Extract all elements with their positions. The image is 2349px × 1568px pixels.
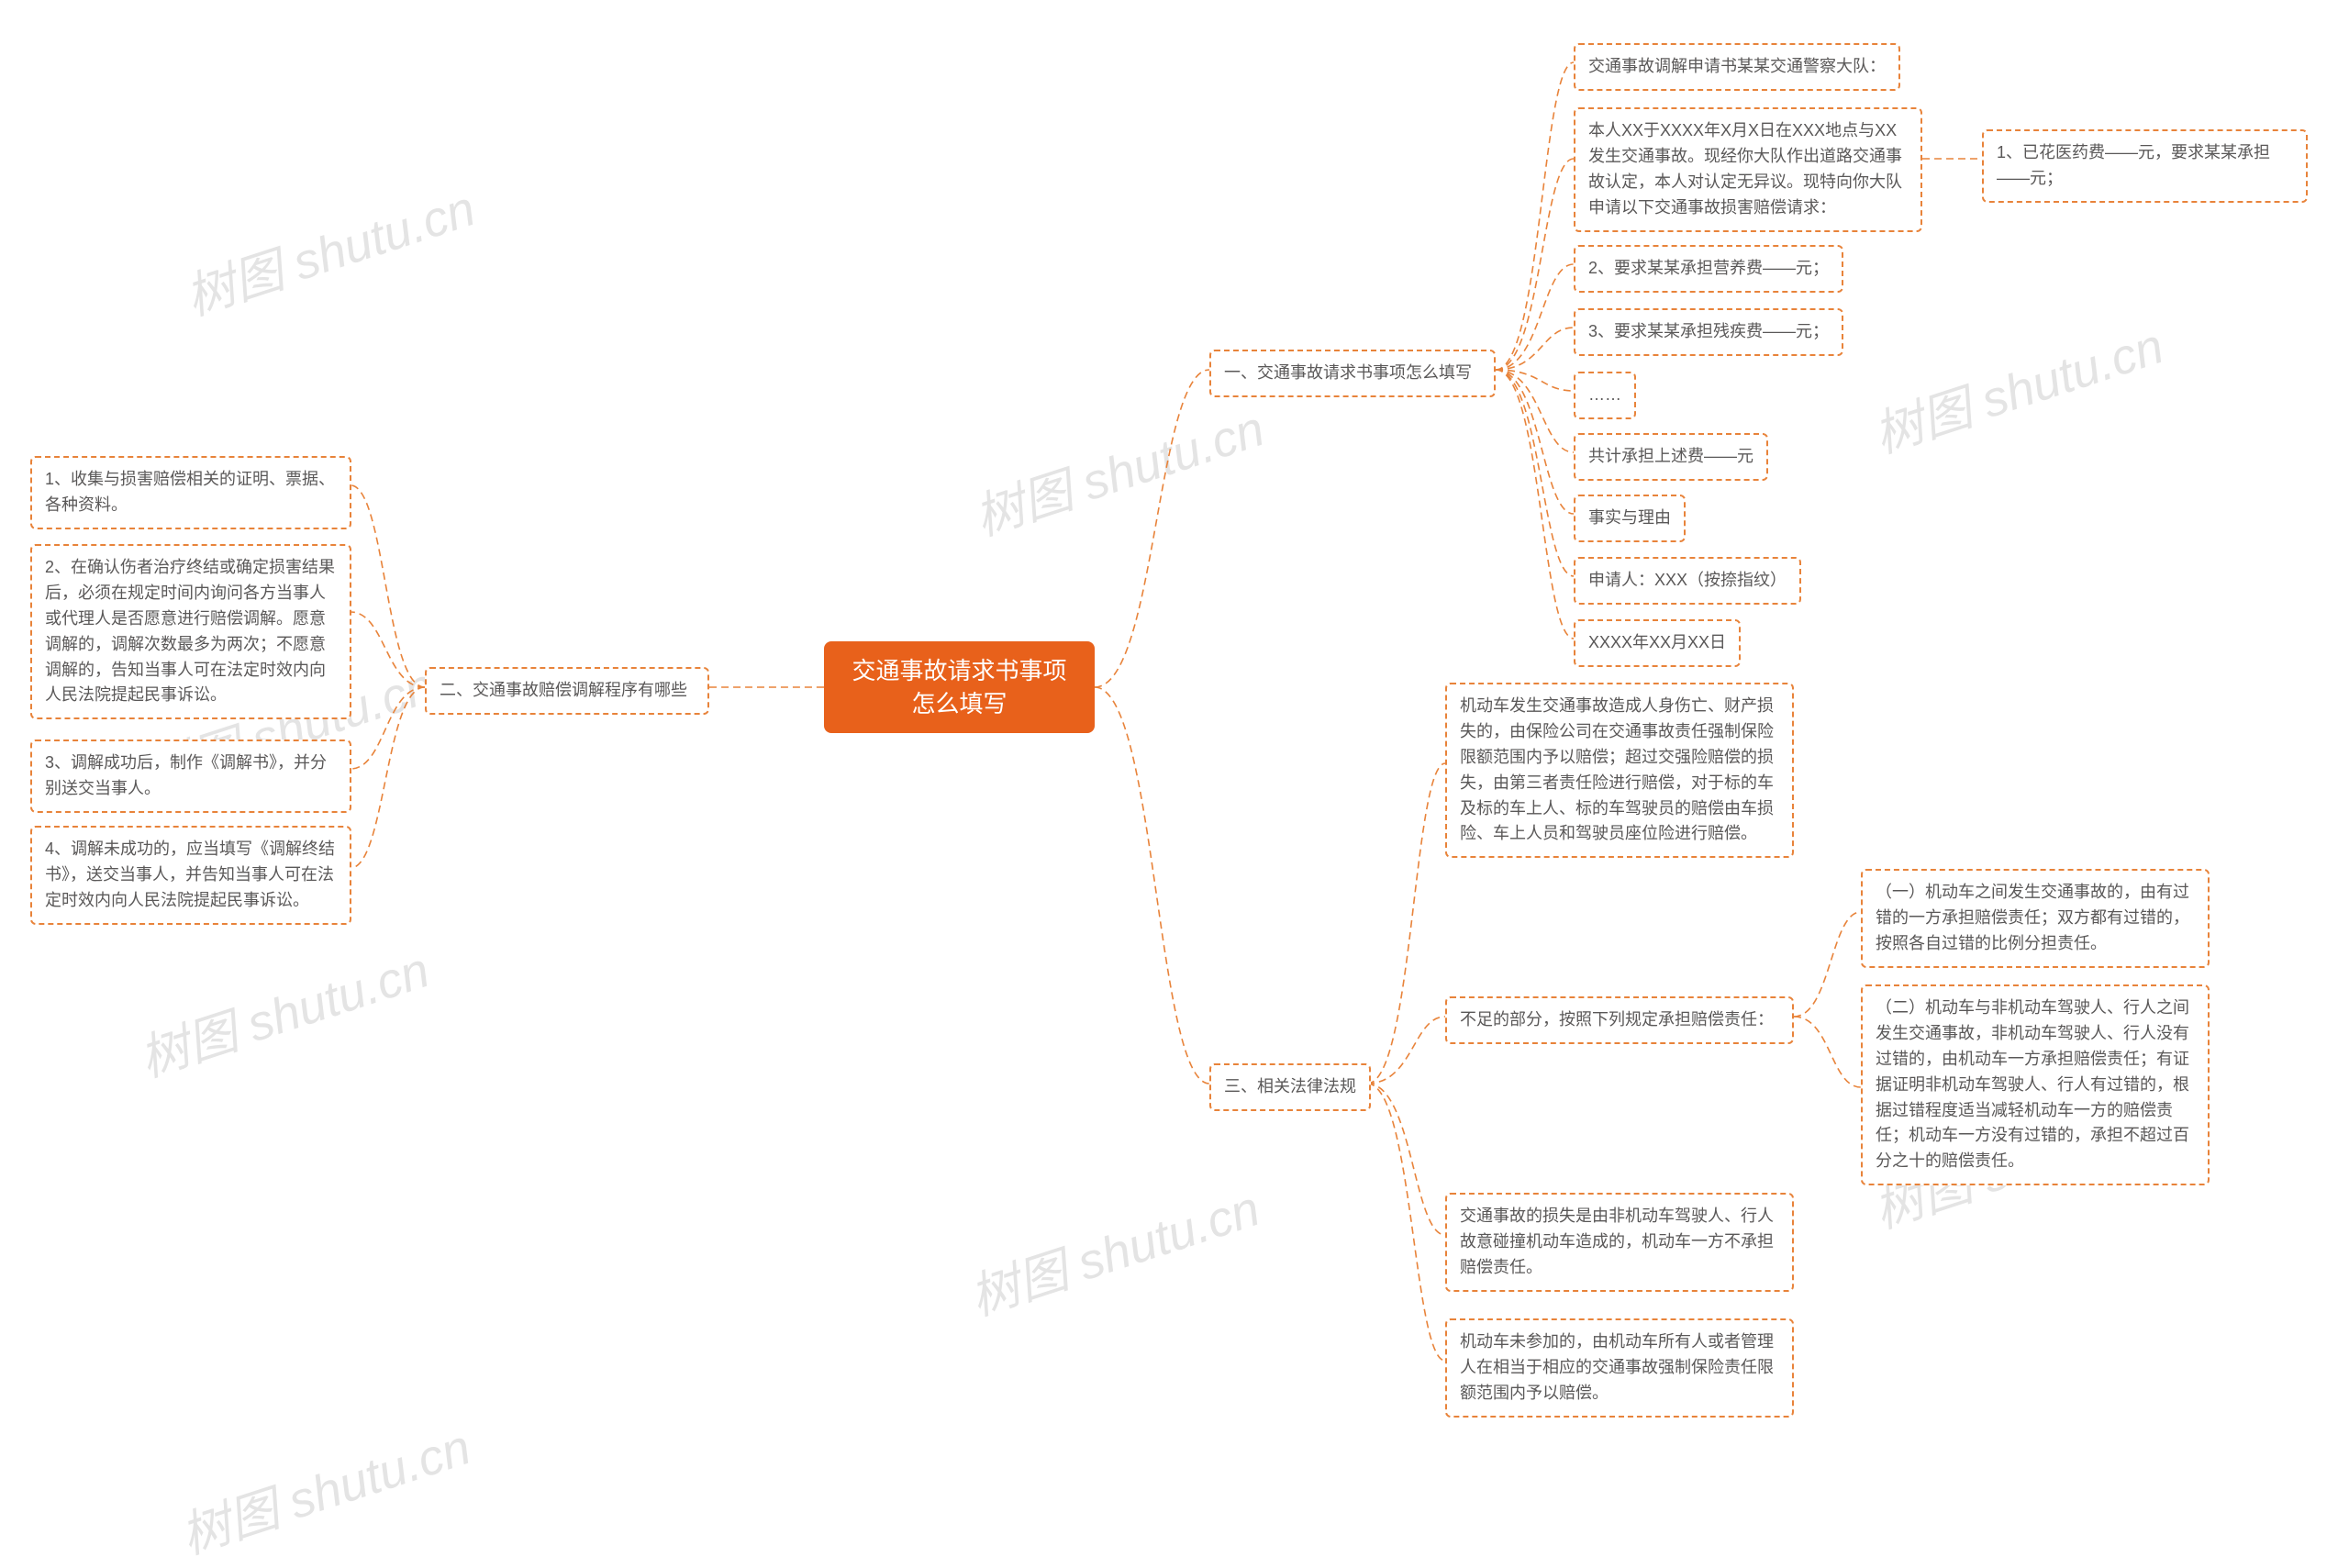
branch-1-item-8-text: 申请人：XXX（按捺指纹） — [1588, 571, 1787, 589]
branch-3-item-1-text: 机动车发生交通事故造成人身伤亡、财产损失的，由保险公司在交通事故责任强制保险限额… — [1460, 696, 1774, 842]
branch-1-item-4: 3、要求某某承担残疾费——元； — [1574, 308, 1843, 356]
branch-3-item-2: 交通事故的损失是由非机动车驾驶人、行人故意碰撞机动车造成的，机动车一方不承担赔偿… — [1445, 1193, 1794, 1292]
branch-1-item-2-side: 1、已花医药费——元，要求某某承担——元； — [1982, 129, 2308, 203]
branch-2-item-2: 2、在确认伤者治疗终结或确定损害结果后，必须在规定时间内询问各方当事人或代理人是… — [30, 544, 351, 719]
branch-3-title: 三、相关法律法规 — [1224, 1077, 1356, 1095]
branch-1-title: 一、交通事故请求书事项怎么填写 — [1224, 363, 1472, 382]
branch-3-sub-item-2-text: （二）机动车与非机动车驾驶人、行人之间发生交通事故，非机动车驾驶人、行人没有过错… — [1876, 998, 2189, 1170]
branch-3-item-3: 机动车未参加的，由机动车所有人或者管理人在相当于相应的交通事故强制保险责任限额范… — [1445, 1318, 1794, 1418]
branch-2-item-1-text: 1、收集与损害赔偿相关的证明、票据、各种资料。 — [45, 470, 335, 514]
branch-1-item-1-text: 交通事故调解申请书某某交通警察大队： — [1588, 57, 1886, 75]
watermark: 树图 shutu.cn — [171, 1407, 479, 1568]
branch-3-sub-head-text: 不足的部分，按照下列规定承担赔偿责任： — [1460, 1010, 1774, 1029]
branch-3-sub-item-2: （二）机动车与非机动车驾驶人、行人之间发生交通事故，非机动车驾驶人、行人没有过错… — [1861, 984, 2210, 1185]
branch-2-title: 二、交通事故赔偿调解程序有哪些 — [440, 681, 687, 699]
edge-layer — [0, 0, 2349, 1539]
mindmap-canvas: 树图 shutu.cn 树图 shutu.cn 树图 shutu.cn 树图 s… — [0, 0, 2349, 1539]
branch-3-sub-head: 不足的部分，按照下列规定承担赔偿责任： — [1445, 996, 1794, 1044]
watermark: 树图 shutu.cn — [964, 388, 1273, 550]
branch-2-item-4: 4、调解未成功的，应当填写《调解终结书》，送交当事人，并告知当事人可在法定时效内… — [30, 826, 351, 925]
branch-2-item-3-text: 3、调解成功后，制作《调解书》，并分别送交当事人。 — [45, 753, 327, 797]
branch-1-item-9-text: XXXX年XX月XX日 — [1588, 633, 1726, 651]
branch-3-item-3-text: 机动车未参加的，由机动车所有人或者管理人在相当于相应的交通事故强制保险责任限额范… — [1460, 1332, 1774, 1402]
branch-1-item-3: 2、要求某某承担营养费——元； — [1574, 245, 1843, 293]
watermark: 树图 shutu.cn — [1864, 306, 2172, 467]
center-title: 交通事故请求书事项怎么填写 — [842, 654, 1076, 721]
watermark: 树图 shutu.cn — [960, 1168, 1268, 1329]
watermark: 树图 shutu.cn — [175, 168, 484, 329]
branch-1-item-6: 共计承担上述费——元 — [1574, 433, 1768, 481]
branch-1-item-5: …… — [1574, 372, 1636, 419]
branch-1-item-3-text: 2、要求某某承担营养费——元； — [1588, 259, 1829, 277]
branch-2: 二、交通事故赔偿调解程序有哪些 — [425, 667, 709, 715]
branch-1-item-2-text: 本人XX于XXXX年X月X日在XXX地点与XX发生交通事故。现经你大队作出道路交… — [1588, 121, 1902, 217]
branch-1-item-2: 本人XX于XXXX年X月X日在XXX地点与XX发生交通事故。现经你大队作出道路交… — [1574, 107, 1922, 232]
branch-3-sub-item-1: （一）机动车之间发生交通事故的，由有过错的一方承担赔偿责任；双方都有过错的，按照… — [1861, 869, 2210, 968]
branch-1-item-9: XXXX年XX月XX日 — [1574, 619, 1741, 667]
branch-2-item-1: 1、收集与损害赔偿相关的证明、票据、各种资料。 — [30, 456, 351, 529]
watermark: 树图 shutu.cn — [129, 929, 438, 1091]
branch-1-item-4-text: 3、要求某某承担残疾费——元； — [1588, 322, 1829, 340]
branch-1-item-7-text: 事实与理由 — [1588, 508, 1671, 527]
center-node: 交通事故请求书事项怎么填写 — [824, 641, 1095, 733]
branch-1-item-6-text: 共计承担上述费——元 — [1588, 447, 1753, 465]
branch-1-item-2-side-text: 1、已花医药费——元，要求某某承担——元； — [1997, 143, 2270, 187]
branch-1-item-1: 交通事故调解申请书某某交通警察大队： — [1574, 43, 1900, 91]
branch-3-item-1: 机动车发生交通事故造成人身伤亡、财产损失的，由保险公司在交通事故责任强制保险限额… — [1445, 683, 1794, 858]
branch-1: 一、交通事故请求书事项怎么填写 — [1209, 350, 1496, 397]
branch-1-item-8: 申请人：XXX（按捺指纹） — [1574, 557, 1801, 605]
branch-3-item-2-text: 交通事故的损失是由非机动车驾驶人、行人故意碰撞机动车造成的，机动车一方不承担赔偿… — [1460, 1207, 1774, 1276]
branch-2-item-2-text: 2、在确认伤者治疗终结或确定损害结果后，必须在规定时间内询问各方当事人或代理人是… — [45, 558, 335, 704]
branch-2-item-3: 3、调解成功后，制作《调解书》，并分别送交当事人。 — [30, 740, 351, 813]
branch-3: 三、相关法律法规 — [1209, 1063, 1371, 1111]
branch-3-sub-item-1-text: （一）机动车之间发生交通事故的，由有过错的一方承担赔偿责任；双方都有过错的，按照… — [1876, 883, 2189, 952]
branch-1-item-7: 事实与理由 — [1574, 495, 1686, 542]
branch-2-item-4-text: 4、调解未成功的，应当填写《调解终结书》，送交当事人，并告知当事人可在法定时效内… — [45, 840, 335, 909]
branch-1-item-5-text: …… — [1588, 385, 1621, 404]
